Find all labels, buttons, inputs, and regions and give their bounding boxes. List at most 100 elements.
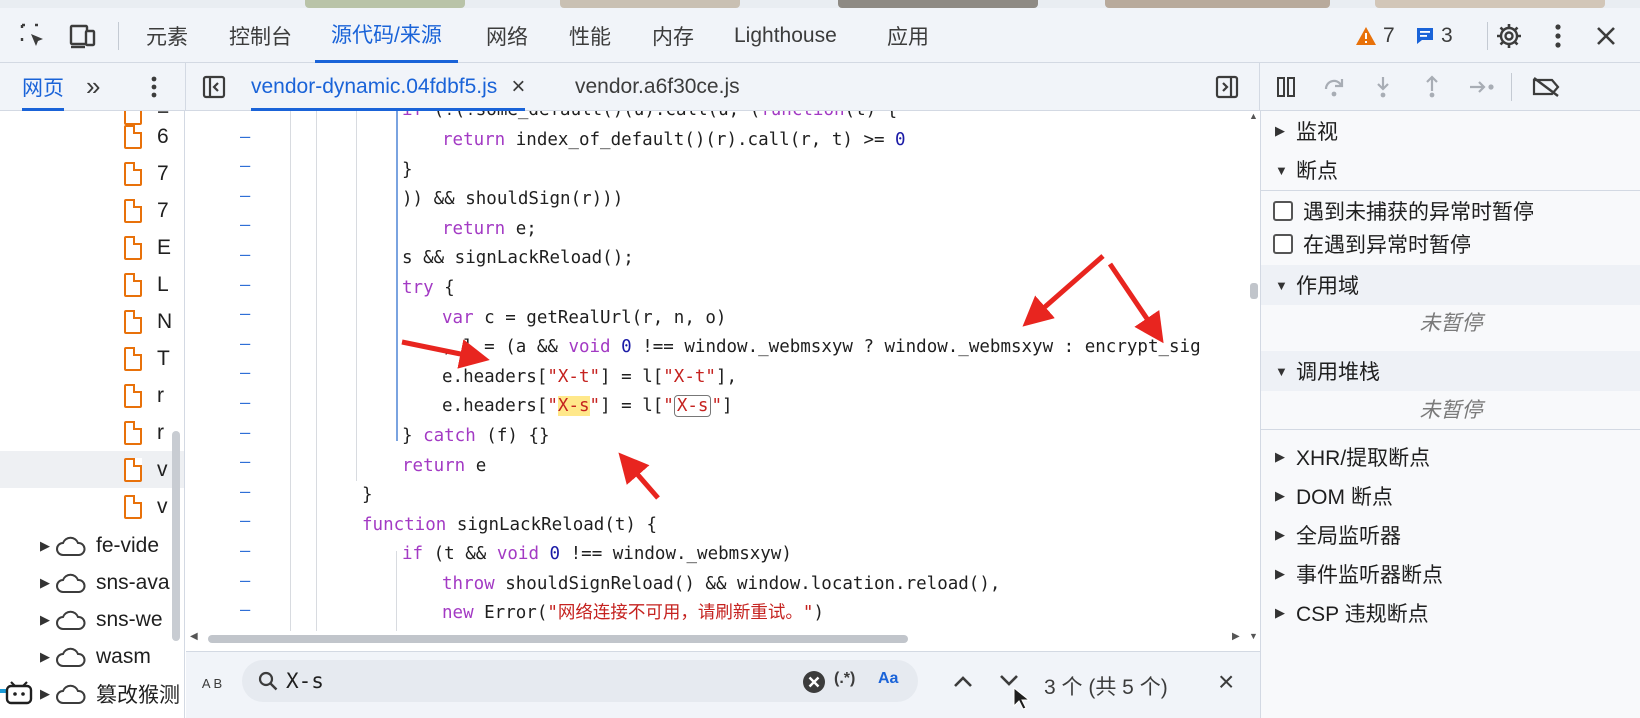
scope-pane-header[interactable]: ▼ 作用域: [1261, 265, 1640, 305]
line-marker[interactable]: –: [240, 111, 254, 117]
tab-sources[interactable]: 源代码/来源: [315, 8, 458, 63]
step-into-icon[interactable]: [1367, 72, 1399, 102]
line-marker[interactable]: –: [240, 215, 254, 235]
line-marker[interactable]: –: [240, 571, 254, 591]
line-marker[interactable]: –: [240, 363, 254, 383]
line-marker[interactable]: –: [240, 304, 254, 324]
file-item[interactable]: L: [0, 266, 184, 303]
device-toolbar-icon[interactable]: [68, 21, 98, 51]
navigator-scrollbar[interactable]: [172, 431, 180, 641]
inspect-element-icon[interactable]: [18, 21, 48, 51]
line-marker[interactable]: –: [240, 600, 254, 620]
scroll-up-icon[interactable]: ▲: [1249, 111, 1258, 121]
horizontal-scrollbar[interactable]: ◀ ▶: [186, 631, 1246, 645]
code-line: new Error("网络连接不可用，请刷新重试。"): [442, 603, 824, 623]
vertical-scrollbar[interactable]: ▲ ▼: [1248, 111, 1260, 651]
code-line: if (!(!some_default()(u).call(u, (functi…: [402, 111, 897, 125]
file-item[interactable]: v: [0, 488, 184, 525]
line-marker[interactable]: –: [240, 541, 254, 561]
match-case-toggle-icon[interactable]: A B: [198, 664, 226, 704]
file-item[interactable]: T: [0, 340, 184, 377]
pause-caught-checkbox[interactable]: [1273, 234, 1293, 254]
toggle-debugger-icon[interactable]: [1211, 72, 1243, 102]
match-case-toggle[interactable]: Aa: [878, 670, 898, 688]
csp-breakpoints-header[interactable]: ▶ CSP 违规断点: [1261, 593, 1640, 633]
step-over-icon[interactable]: [1318, 72, 1350, 102]
file-item[interactable]: 7: [0, 155, 184, 192]
file-item[interactable]: E: [0, 229, 184, 266]
line-marker[interactable]: –: [240, 275, 254, 295]
breakpoints-pane-header[interactable]: ▼ 断点: [1261, 150, 1640, 190]
search-bar: A B (.*) Aa 3 个 (共 5 个) ×: [186, 651, 1260, 718]
line-marker[interactable]: –: [240, 245, 254, 265]
messages-badge[interactable]: 3: [1415, 22, 1453, 50]
close-tab-icon[interactable]: ×: [511, 73, 525, 101]
step-icon[interactable]: [1466, 72, 1498, 102]
file-item[interactable]: 6: [0, 118, 184, 155]
more-tabs-button[interactable]: »: [86, 63, 100, 110]
editor-tab-vendor-dynamic[interactable]: vendor-dynamic.04fdbf5.js ×: [251, 63, 526, 111]
step-out-icon[interactable]: [1416, 72, 1448, 102]
pause-caught-row[interactable]: 在遇到异常时暂停: [1261, 227, 1640, 261]
file-item[interactable]: r: [0, 377, 184, 414]
domain-name: sns-we: [96, 608, 163, 631]
search-input[interactable]: [286, 666, 786, 696]
toggle-navigator-icon[interactable]: [198, 72, 230, 102]
scroll-left-icon[interactable]: ◀: [190, 631, 198, 642]
tab-elements[interactable]: 元素: [130, 8, 204, 63]
line-marker[interactable]: –: [240, 452, 254, 472]
more-options-icon[interactable]: [1543, 21, 1573, 51]
deactivate-breakpoints-icon[interactable]: [1530, 72, 1562, 102]
global-listeners-header[interactable]: ▶ 全局监听器: [1261, 515, 1640, 555]
file-item[interactable]: N: [0, 303, 184, 340]
close-search-icon[interactable]: ×: [1218, 666, 1234, 698]
domain-item[interactable]: ▶ sns-ava: [0, 565, 184, 601]
scroll-right-icon[interactable]: ▶: [1232, 631, 1240, 642]
pause-icon[interactable]: [1270, 72, 1302, 102]
code-line: function signLackReload(t) {: [362, 515, 658, 535]
settings-gear-icon[interactable]: [1494, 21, 1524, 51]
line-marker[interactable]: –: [240, 156, 254, 176]
previous-match-icon[interactable]: [948, 666, 978, 696]
file-item[interactable]: v: [0, 451, 184, 488]
scroll-down-icon[interactable]: ▼: [1249, 631, 1258, 641]
dom-breakpoints-header[interactable]: ▶ DOM 断点: [1261, 476, 1640, 516]
line-marker[interactable]: –: [240, 393, 254, 413]
close-devtools-icon[interactable]: [1591, 21, 1621, 51]
tab-label: 源代码/来源: [331, 24, 442, 47]
navigator-menu-icon[interactable]: [138, 72, 170, 102]
editor-tab-vendor[interactable]: vendor.a6f30ce.js: [575, 63, 740, 110]
watch-pane-header[interactable]: ▶ 监视: [1261, 111, 1640, 151]
line-marker[interactable]: –: [240, 511, 254, 531]
horizontal-scroll-thumb[interactable]: [208, 635, 908, 643]
event-listener-breakpoints-header[interactable]: ▶ 事件监听器断点: [1261, 554, 1640, 594]
tab-page[interactable]: 网页: [22, 63, 64, 111]
tab-application[interactable]: 应用: [871, 8, 945, 63]
tab-network[interactable]: 网络: [470, 8, 544, 63]
browser-content-strip: [0, 0, 1640, 8]
domain-item[interactable]: ▶ wasm: [0, 639, 184, 675]
file-item[interactable]: 7: [0, 192, 184, 229]
regex-toggle[interactable]: (.*): [834, 670, 855, 688]
line-marker[interactable]: –: [240, 423, 254, 443]
code-editor[interactable]: – – – – – – – – – – – – – – – – – – if (!(!some_default()…: [186, 111, 1258, 651]
tab-memory[interactable]: 内存: [636, 8, 710, 63]
call-stack-pane-header[interactable]: ▼ 调用堆栈: [1261, 351, 1640, 391]
line-marker[interactable]: –: [240, 334, 254, 354]
xhr-breakpoints-header[interactable]: ▶ XHR/提取断点: [1261, 437, 1640, 477]
line-marker[interactable]: –: [240, 186, 254, 206]
file-item[interactable]: r: [0, 414, 184, 451]
domain-item[interactable]: ▶ sns-we: [0, 602, 184, 638]
line-marker[interactable]: –: [240, 482, 254, 502]
vertical-scroll-thumb[interactable]: [1250, 283, 1258, 299]
domain-item[interactable]: ▶ fe-vide: [0, 528, 184, 564]
tab-performance[interactable]: 性能: [553, 8, 627, 63]
pause-uncaught-checkbox[interactable]: [1273, 201, 1293, 221]
tab-lighthouse[interactable]: Lighthouse: [718, 8, 853, 63]
tab-console[interactable]: 控制台: [213, 8, 308, 63]
search-field[interactable]: (.*) Aa: [242, 660, 918, 702]
line-marker[interactable]: –: [240, 127, 254, 147]
clear-search-icon[interactable]: [802, 670, 826, 694]
warnings-badge[interactable]: 7: [1355, 22, 1395, 50]
pause-uncaught-row[interactable]: 遇到未捕获的异常时暂停: [1261, 194, 1640, 228]
